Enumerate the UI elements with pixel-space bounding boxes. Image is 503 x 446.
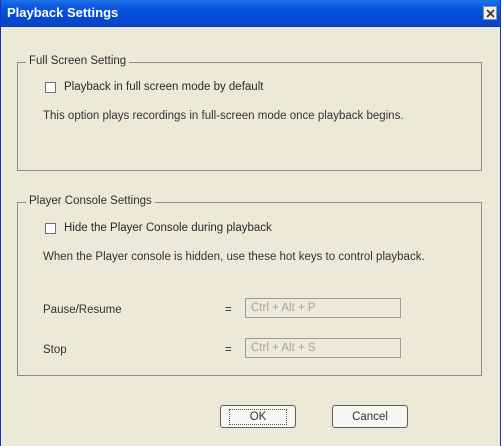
stop-label: Stop: [43, 344, 67, 356]
ok-button[interactable]: OK: [220, 405, 296, 428]
stop-hotkey-field[interactable]: Ctrl + Alt + S: [245, 338, 401, 358]
pause-resume-hotkey-field[interactable]: Ctrl + Alt + P: [245, 298, 401, 318]
full-screen-group-legend: Full Screen Setting: [26, 55, 130, 67]
fullscreen-checkbox-row[interactable]: Playback in full screen mode by default: [45, 81, 263, 93]
pause-resume-equals: =: [225, 304, 232, 316]
fullscreen-checkbox[interactable]: [45, 81, 56, 93]
playback-settings-dialog: Playback Settings Full Screen Setting Pl…: [0, 0, 501, 446]
hide-console-checkbox[interactable]: [45, 222, 56, 234]
close-icon: [485, 8, 495, 18]
cancel-button-label: Cancel: [352, 410, 388, 423]
window-title: Playback Settings: [7, 5, 119, 20]
hide-console-checkbox-row[interactable]: Hide the Player Console during playback: [45, 222, 272, 234]
ok-button-label: OK: [228, 408, 288, 425]
pause-resume-label: Pause/Resume: [43, 304, 122, 316]
fullscreen-description: This option plays recordings in full-scr…: [43, 110, 404, 122]
title-bar[interactable]: Playback Settings: [1, 0, 500, 27]
console-description: When the Player console is hidden, use t…: [43, 251, 425, 263]
close-button[interactable]: [483, 6, 497, 20]
stop-equals: =: [225, 344, 232, 356]
hide-console-checkbox-label: Hide the Player Console during playback: [64, 222, 272, 234]
console-group-legend: Player Console Settings: [26, 195, 155, 207]
fullscreen-checkbox-label: Playback in full screen mode by default: [64, 81, 264, 93]
cancel-button[interactable]: Cancel: [332, 405, 408, 428]
